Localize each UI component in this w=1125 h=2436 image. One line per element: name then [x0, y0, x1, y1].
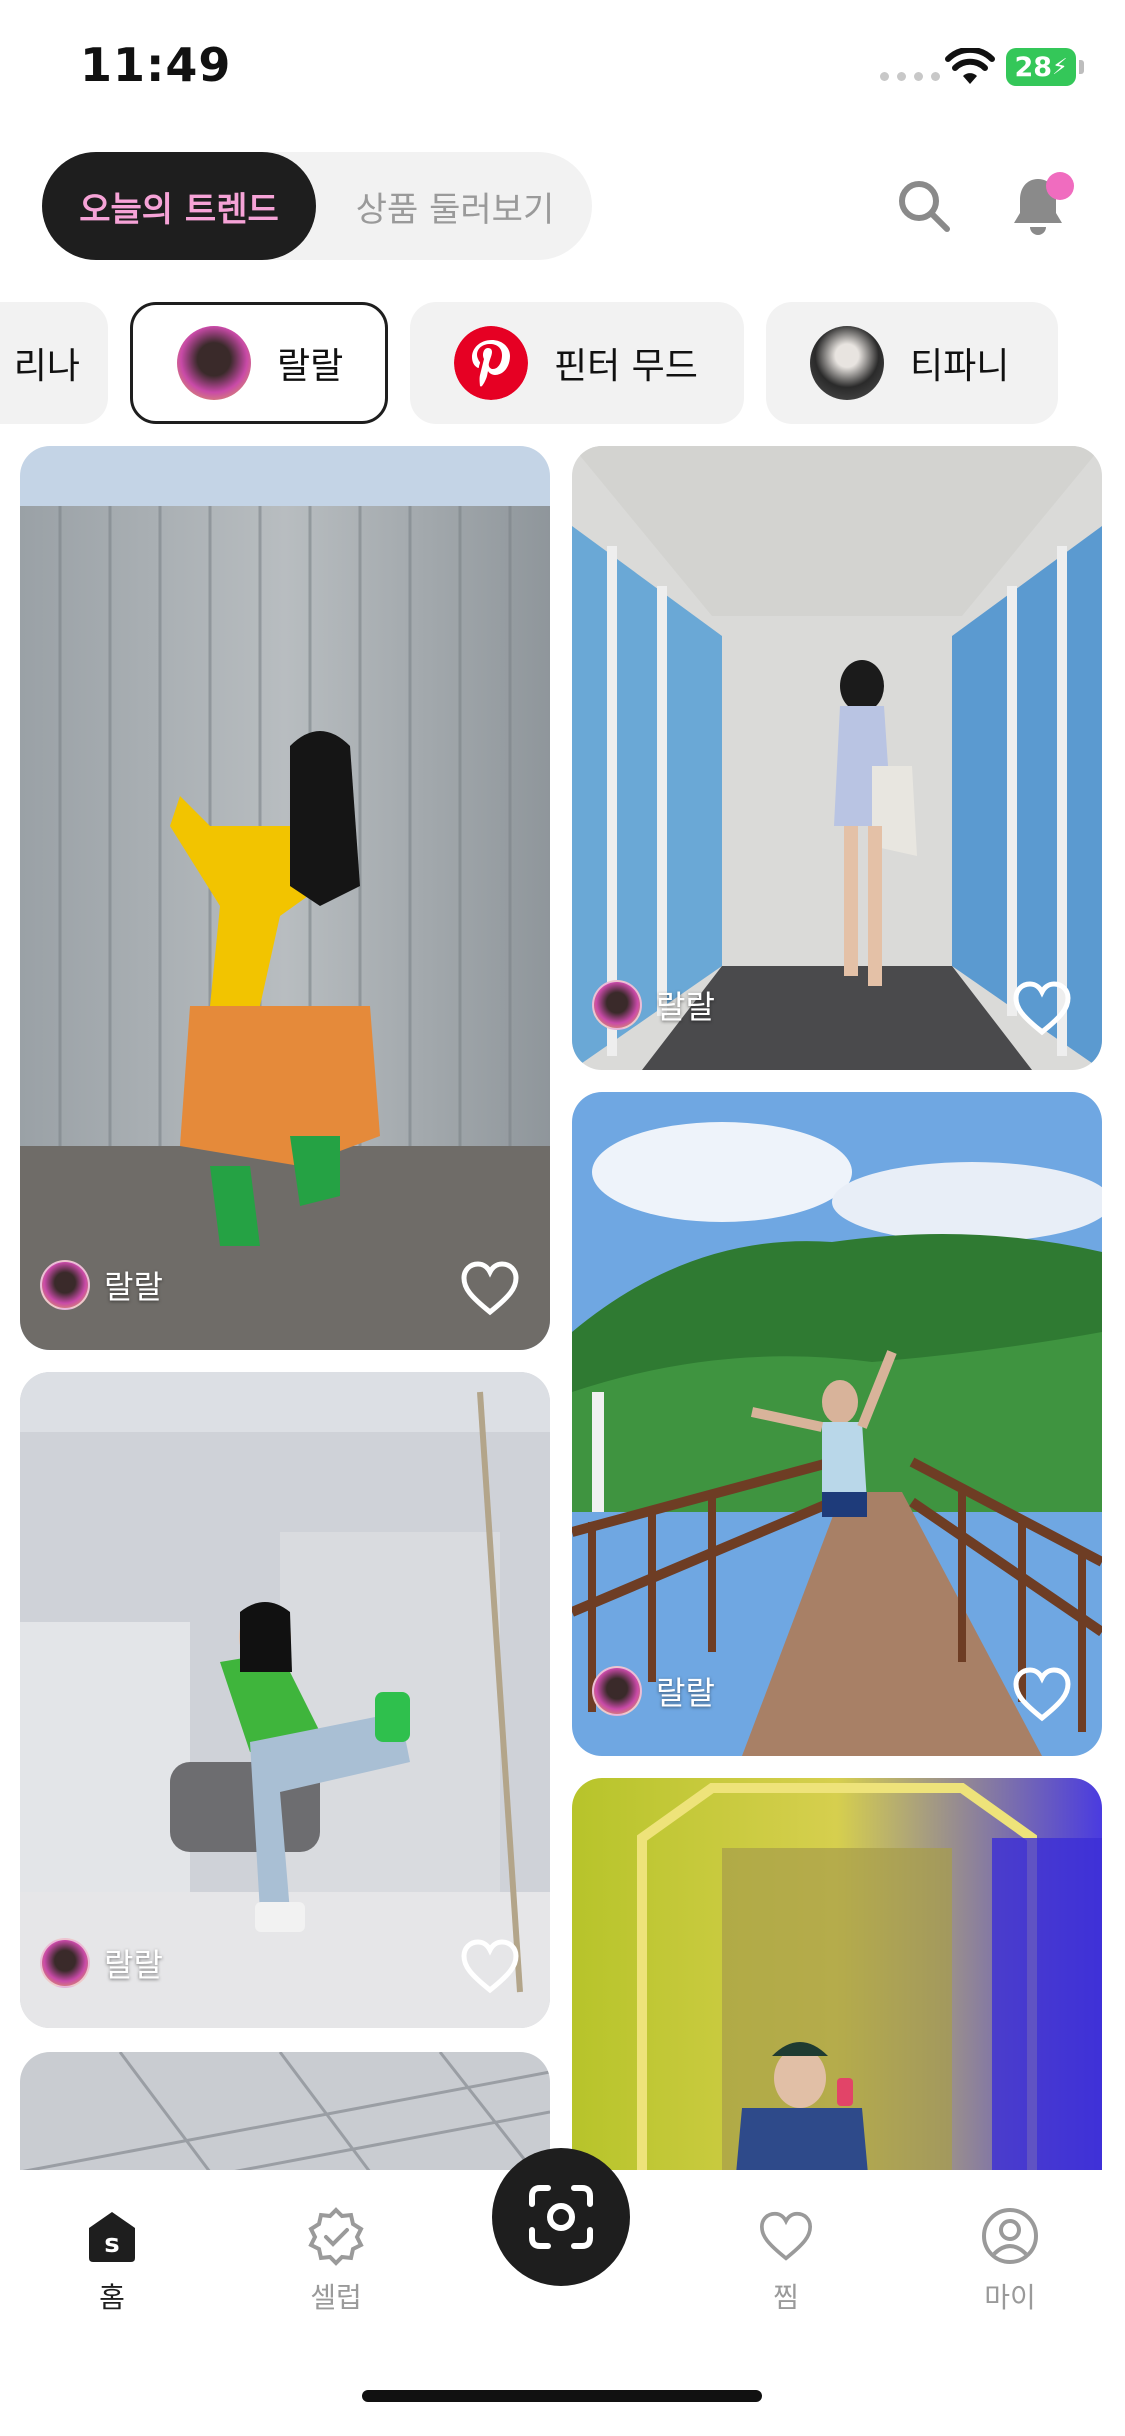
avatar	[40, 1260, 90, 1310]
home-indicator	[362, 2390, 762, 2402]
battery-level: 28	[1014, 51, 1053, 83]
charging-bolt-icon: ⚡	[1052, 54, 1068, 80]
feed-photo	[572, 446, 1102, 1070]
tab-browse-products[interactable]: 상품 둘러보기	[320, 152, 590, 260]
author-name: 랄랄	[656, 1674, 715, 1712]
feed-photo	[572, 1778, 1102, 2170]
wifi-icon	[945, 48, 995, 84]
feed-grid: 랄랄 랄랄 랄랄 랄랄	[0, 446, 1125, 2170]
search-icon	[899, 181, 950, 232]
feed-card[interactable]: 랄랄	[20, 446, 550, 1350]
notification-badge	[1046, 172, 1074, 200]
feed-photo	[20, 1372, 550, 2028]
tab-home[interactable]: s 홈	[42, 2204, 182, 2316]
tab-my[interactable]: 마이	[940, 2204, 1080, 2316]
avatar	[592, 980, 642, 1030]
tab-wishlist[interactable]: 찜	[716, 2204, 856, 2316]
author-name: 랄랄	[656, 988, 715, 1026]
chip-rina[interactable]: 리나	[0, 302, 108, 424]
feed-card[interactable]: 랄랄	[20, 1372, 550, 2028]
search-button[interactable]	[884, 166, 964, 246]
chip-label: 티파니	[910, 346, 1010, 387]
feed-card[interactable]	[20, 2052, 550, 2170]
profile-icon	[978, 2204, 1042, 2268]
feed-photo	[572, 1092, 1102, 1756]
feed-card[interactable]	[572, 1778, 1102, 2170]
avatar	[810, 326, 884, 400]
status-time: 11:49	[80, 38, 232, 92]
feed-card[interactable]: 랄랄	[572, 446, 1102, 1070]
view-switcher: 오늘의 트렌드 상품 둘러보기	[42, 152, 592, 260]
chip-tiffany[interactable]: 티파니	[766, 302, 1058, 424]
chip-ralral[interactable]: 랄랄	[130, 302, 388, 424]
heart-icon[interactable]	[460, 1938, 520, 1994]
avatar	[592, 1666, 642, 1716]
heart-icon	[754, 2204, 818, 2268]
heart-icon[interactable]	[1012, 980, 1072, 1036]
pinterest-logo-icon	[454, 326, 528, 400]
feed-photo	[20, 2052, 550, 2170]
card-author[interactable]: 랄랄	[40, 1938, 163, 1988]
verified-badge-icon	[304, 2204, 368, 2268]
feed-photo	[20, 446, 550, 1350]
card-author[interactable]: 랄랄	[592, 980, 715, 1030]
heart-icon[interactable]	[460, 1260, 520, 1316]
celebrity-filter-row: 리나 랄랄 핀터 무드 티파니	[0, 302, 1125, 426]
status-bar: 11:49 28 ⚡	[0, 0, 1125, 140]
chip-label: 핀터 무드	[554, 346, 698, 387]
svg-text:s: s	[104, 2229, 119, 2259]
avatar	[177, 326, 251, 400]
tab-label: 셀럽	[310, 2281, 362, 2314]
scan-icon	[529, 2185, 593, 2249]
cellular-signal-icon	[880, 72, 940, 81]
tab-label: 홈	[99, 2281, 125, 2314]
battery-indicator: 28 ⚡	[1006, 48, 1084, 86]
avatar	[40, 1938, 90, 1988]
chip-pinter-mood[interactable]: 핀터 무드	[410, 302, 744, 424]
feed-card[interactable]: 랄랄	[572, 1092, 1102, 1756]
author-name: 랄랄	[104, 1268, 163, 1306]
tab-label: 찜	[773, 2281, 799, 2314]
author-name: 랄랄	[104, 1946, 163, 1984]
tab-label: 마이	[984, 2281, 1036, 2314]
card-author[interactable]: 랄랄	[40, 1260, 163, 1310]
tab-celeb[interactable]: 셀럽	[266, 2204, 406, 2316]
chip-label: 랄랄	[277, 346, 344, 387]
home-icon: s	[80, 2204, 144, 2268]
tab-today-trend[interactable]: 오늘의 트렌드	[42, 152, 316, 260]
scan-button[interactable]	[492, 2148, 630, 2286]
heart-icon[interactable]	[1012, 1666, 1072, 1722]
chip-label: 리나	[13, 346, 80, 387]
card-author[interactable]: 랄랄	[592, 1666, 715, 1716]
